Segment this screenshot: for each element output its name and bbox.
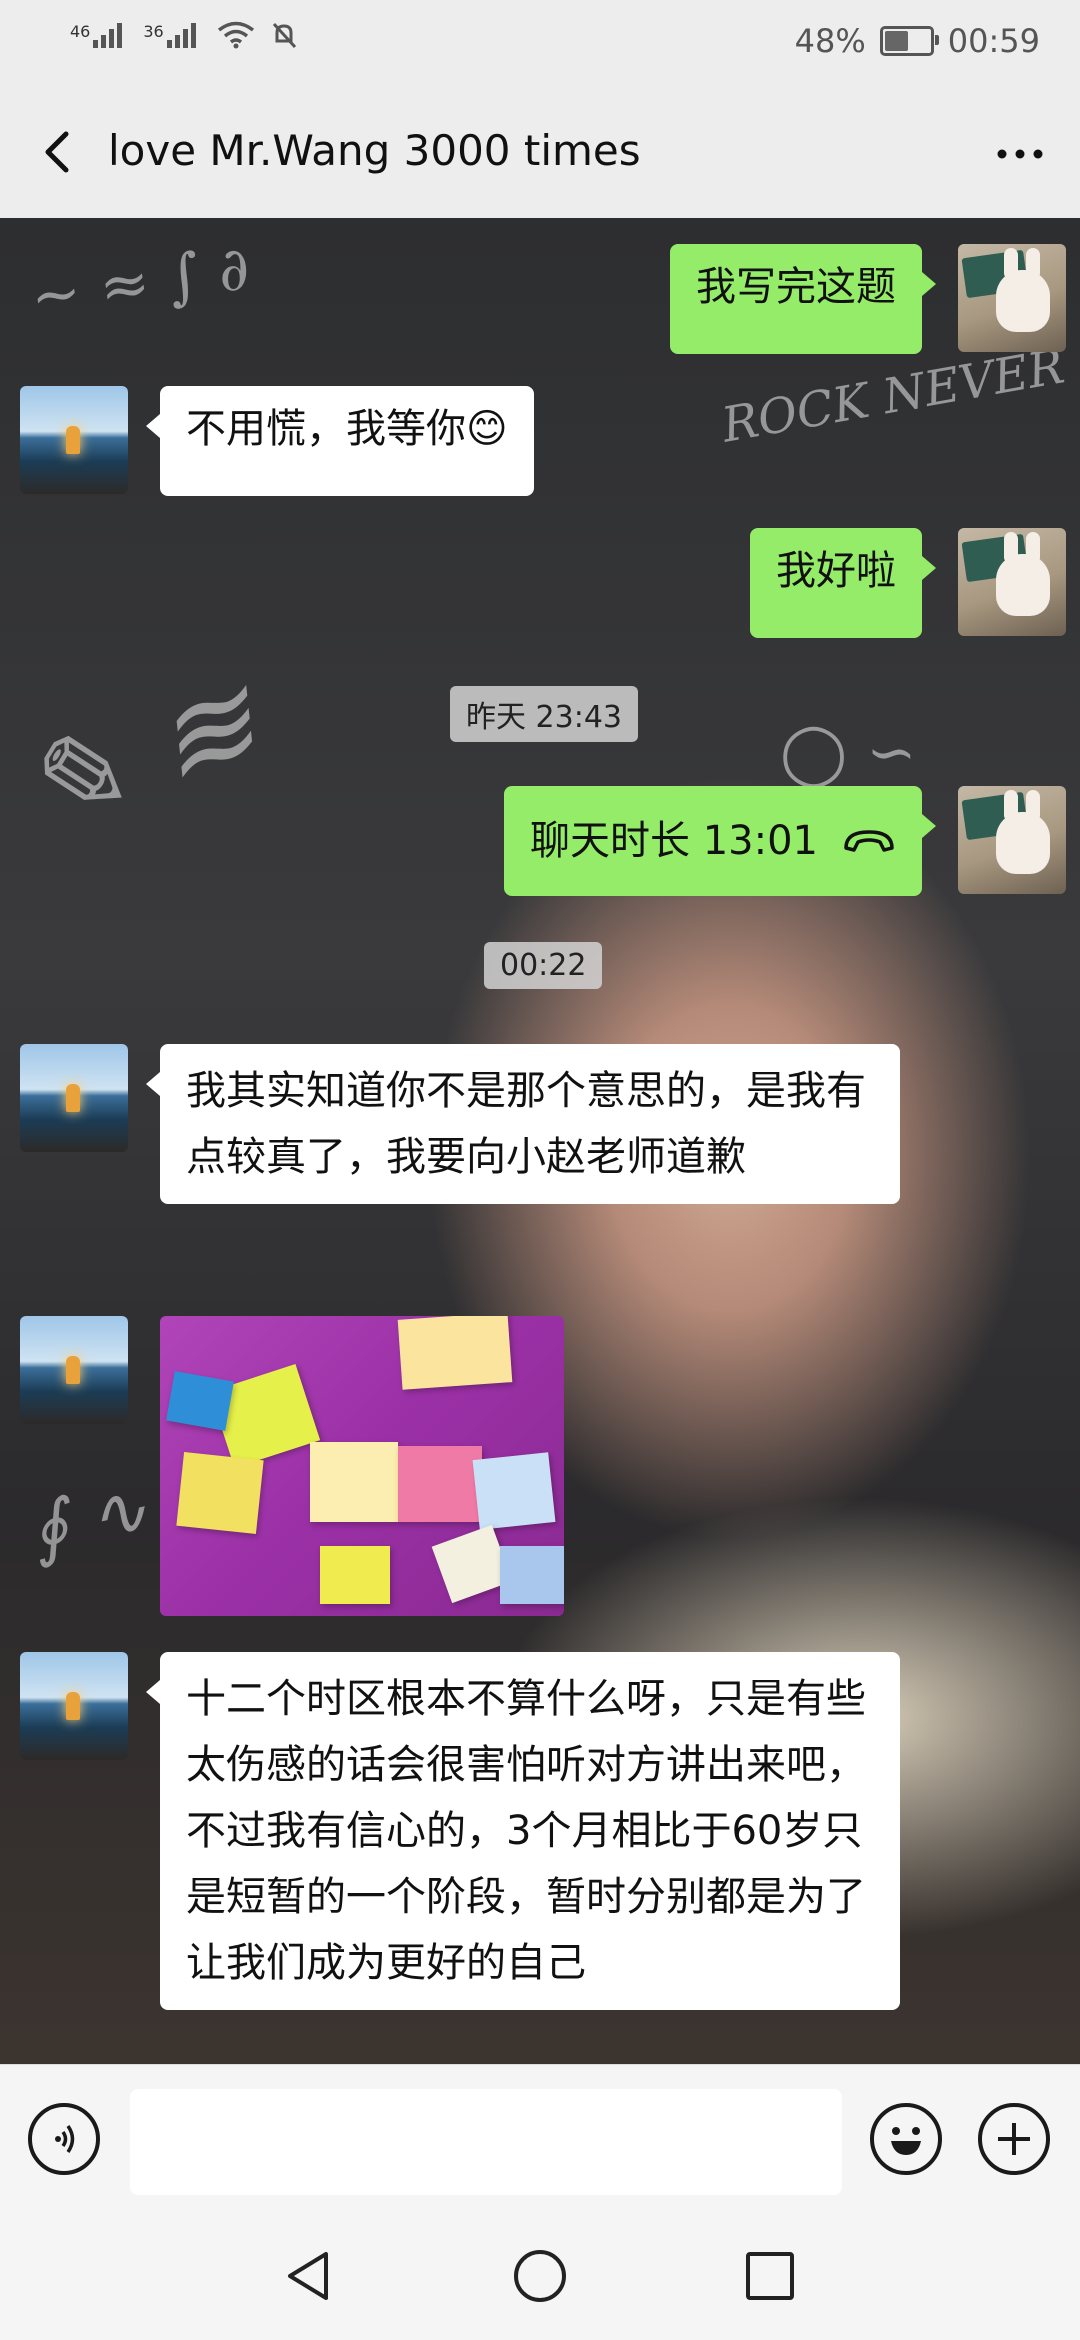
incoming-message[interactable]: 十二个时区根本不算什么呀，只是有些太伤感的话会很害怕听对方讲出来吧，不过我有信心… <box>146 1652 900 2010</box>
my-avatar[interactable] <box>958 244 1066 352</box>
sticky-note <box>310 1442 398 1522</box>
phone-hangup-icon <box>844 830 894 852</box>
incoming-message[interactable]: 我其实知道你不是那个意思的，是我有点较真了，我要向小赵老师道歉 <box>146 1044 900 1204</box>
chat-header: love Mr.Wang 3000 times <box>0 88 1080 219</box>
sticky-note <box>472 1452 556 1530</box>
image-message[interactable] <box>160 1316 564 1616</box>
contact-avatar[interactable] <box>20 1044 128 1152</box>
sticky-note <box>398 1446 482 1522</box>
emoji-button[interactable] <box>870 2103 942 2175</box>
sticky-note <box>320 1546 390 1604</box>
sticky-note <box>397 1316 513 1390</box>
background-scribble: ◯ ∽ <box>780 718 917 788</box>
chat-title: love Mr.Wang 3000 times <box>108 126 641 175</box>
status-bar: 46 36 48% 00:59 <box>0 0 1080 88</box>
nav-home-icon[interactable] <box>510 2246 570 2306</box>
battery-percent: 48% <box>794 22 866 60</box>
avatar-bunny <box>996 248 1050 332</box>
avatar-bunny-ear <box>1004 532 1018 564</box>
contact-avatar[interactable] <box>20 1652 128 1760</box>
signal-icon-2: 36 <box>143 22 202 48</box>
signal-icon: 46 <box>70 22 129 48</box>
voice-icon <box>55 2125 75 2153</box>
background-scribble: ROCK NEVER <box>717 338 1069 454</box>
avatar-lamp <box>66 1356 80 1384</box>
contact-avatar[interactable] <box>20 386 128 494</box>
battery-fill <box>884 31 908 51</box>
avatar-bunny <box>996 532 1050 616</box>
avatar-bunny-ear <box>1004 248 1018 280</box>
wifi-icon <box>217 21 254 49</box>
background-scribble: ✎ ≋ <box>3 651 276 864</box>
system-nav-bar <box>0 2214 1080 2340</box>
mute-bell-icon <box>272 22 296 49</box>
timestamp-chip: 00:22 <box>484 942 603 989</box>
background-scribble: ∮ ∿ <box>22 1466 155 1572</box>
message-text: 我其实知道你不是那个意思的，是我有点较真了，我要向小赵老师道歉 <box>186 1068 866 1180</box>
message-text: 不用慌，我等你😊 <box>186 406 508 452</box>
avatar-lamp <box>66 1692 80 1720</box>
message-input[interactable] <box>130 2089 842 2195</box>
plus-icon <box>998 2123 1030 2155</box>
incoming-message[interactable]: 不用慌，我等你😊 <box>146 386 534 496</box>
message-text: 聊天时长 13:01 <box>530 818 818 864</box>
battery-icon <box>879 26 939 56</box>
avatar-bunny <box>996 790 1050 874</box>
contact-avatar[interactable] <box>20 1316 128 1424</box>
avatar-bunny-ear <box>1026 790 1040 822</box>
message-text: 十二个时区根本不算什么呀，只是有些太伤感的话会很害怕听对方讲出来吧，不过我有信心… <box>186 1676 866 1986</box>
back-arrow-icon[interactable] <box>30 122 90 182</box>
message-text: 我好啦 <box>776 548 896 594</box>
avatar-lamp <box>66 1084 80 1112</box>
sticky-note <box>500 1546 564 1604</box>
avatar-bunny-ear <box>1026 532 1040 564</box>
my-avatar[interactable] <box>958 786 1066 894</box>
nav-recents-icon[interactable] <box>740 2246 800 2306</box>
chat-area[interactable]: ~ ≈ ∫ ∂ ROCK NEVER ✎ ≋ ∮ ∿ ◯ ∽ 我写完这题 不用慌… <box>0 218 1080 2064</box>
status-left: 46 36 <box>70 20 299 50</box>
sticky-note <box>176 1452 264 1534</box>
timestamp-chip: 昨天 23:43 <box>450 686 638 742</box>
background-scribble: ~ ≈ ∫ ∂ <box>26 233 254 333</box>
avatar-lamp <box>66 426 80 454</box>
status-right: 48% 00:59 <box>795 22 1040 60</box>
sticky-note <box>166 1371 234 1431</box>
emoji-icon <box>891 2127 921 2155</box>
nav-back-icon[interactable] <box>280 2246 340 2306</box>
message-text: 我写完这题 <box>696 264 896 310</box>
outgoing-message[interactable]: 我好啦 <box>750 528 936 638</box>
avatar-bunny-ear <box>1026 248 1040 280</box>
call-record-message[interactable]: 聊天时长 13:01 <box>504 786 936 896</box>
input-bar <box>0 2064 1080 2215</box>
clock: 00:59 <box>947 22 1040 60</box>
my-avatar[interactable] <box>958 528 1066 636</box>
add-attachment-button[interactable] <box>978 2103 1050 2175</box>
more-options-icon[interactable] <box>990 124 1050 184</box>
outgoing-message[interactable]: 我写完这题 <box>670 244 936 354</box>
avatar-bunny-ear <box>1004 790 1018 822</box>
voice-input-button[interactable] <box>28 2103 100 2175</box>
